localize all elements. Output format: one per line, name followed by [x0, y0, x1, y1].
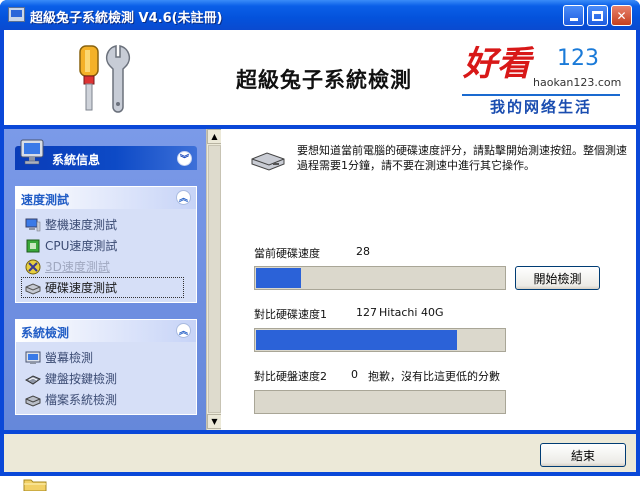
maximize-button[interactable]	[587, 5, 608, 26]
sidebar-item-label: 檔案系統檢測	[45, 393, 118, 407]
compare1-drive-model: Hitachi 40G	[379, 306, 444, 319]
collapse-chevron-icon[interactable]: ︽	[176, 323, 191, 338]
sidebar-item-cpu-speed[interactable]: CPU速度測試	[16, 235, 196, 256]
pc-icon	[25, 218, 41, 231]
app-icon	[8, 7, 25, 22]
current-speed-bar-fill	[256, 268, 301, 288]
client-area: 超級兔子系統檢測 好看 123 haokan123.com 我的网络生活 系統信…	[4, 30, 636, 472]
compare1-speed-bar	[254, 328, 506, 352]
sidebar-scrollbar[interactable]: ▲ ▼	[206, 129, 222, 430]
sidebar-item-label: CPU速度測試	[45, 239, 118, 253]
speed-test-panel-header[interactable]: 速度測試 ︽	[16, 187, 196, 209]
sidebar-item-label: 3D速度測試	[45, 260, 110, 274]
expand-chevron-icon[interactable]: ︾	[177, 151, 192, 166]
logo-url: haokan123.com	[533, 76, 622, 89]
sidebar-item-label: 鍵盤按鍵檢測	[45, 372, 118, 386]
sidebar: 系統信息 ︾ 速度測試 ︽ 整機速度測試 CPU速度測試 3D速度測試 硬碟速度…	[4, 129, 206, 430]
system-test-panel-header[interactable]: 系統檢測 ︽	[16, 320, 196, 342]
scroll-up-arrow-icon[interactable]: ▲	[207, 129, 222, 144]
minimize-icon	[569, 17, 578, 21]
sidebar-item-label: 硬碟速度測試	[45, 281, 118, 295]
main-content: 要想知道當前電腦的硬碟速度評分，請點擊開始測速按鈕。整個測速過程需要1分鐘，請不…	[221, 129, 636, 430]
file-system-icon	[25, 394, 41, 407]
tools-icon	[79, 45, 131, 113]
haokan-logo[interactable]: 好看 123 haokan123.com 我的网络生活	[459, 36, 624, 120]
collapse-chevron-icon[interactable]: ︽	[176, 190, 191, 205]
compare2-speed-label: 對比硬盤速度2	[254, 370, 327, 383]
header-title: 超級兔子系統檢測	[236, 68, 412, 92]
system-info-header[interactable]: 系統信息 ︾	[15, 139, 197, 170]
keyboard-icon	[25, 374, 41, 385]
scroll-thumb[interactable]	[208, 145, 221, 413]
system-test-title: 系統檢測	[21, 326, 70, 340]
app-window: 超級兔子系統檢測 V4.6(未註冊) ✕ 超級兔子系統檢測 好看 123 hao…	[0, 0, 640, 476]
hdd-icon	[25, 282, 41, 295]
speed-test-panel: 速度測試 ︽ 整機速度測試 CPU速度測試 3D速度測試 硬碟速度測試	[15, 186, 197, 303]
system-info-label: 系統信息	[52, 153, 101, 167]
speed-test-title: 速度測試	[21, 193, 70, 207]
compare2-speed-value: 0	[351, 368, 358, 381]
3d-icon	[25, 259, 41, 274]
close-icon: ✕	[616, 8, 627, 23]
compare2-note: 抱歉，沒有比這更低的分數	[368, 370, 500, 383]
maximize-icon	[592, 10, 603, 21]
title-bar[interactable]: 超級兔子系統檢測 V4.6(未註冊) ✕	[0, 0, 640, 30]
header-banner: 超級兔子系統檢測 好看 123 haokan123.com 我的网络生活	[4, 30, 636, 125]
sidebar-item-hdd-speed[interactable]: 硬碟速度測試	[21, 277, 184, 298]
monitor-icon	[20, 139, 44, 165]
current-speed-label: 當前硬碟速度	[254, 247, 320, 260]
footer: 結束	[4, 434, 636, 472]
current-speed-bar	[254, 266, 506, 290]
sidebar-item-3d-speed[interactable]: 3D速度測試	[16, 256, 196, 277]
cpu-icon	[26, 239, 40, 252]
logo-number: 123	[557, 46, 599, 71]
logo-slogan: 我的网络生活	[462, 94, 620, 118]
intro-text: 要想知道當前電腦的硬碟速度評分，請點擊開始測速按鈕。整個測速過程需要1分鐘，請不…	[297, 144, 627, 172]
system-test-panel: 系統檢測 ︽ 螢幕檢測 鍵盤按鍵檢測 檔案系統檢測	[15, 319, 197, 415]
sidebar-item-monitor-test[interactable]: 螢幕檢測	[16, 347, 196, 368]
sidebar-item-file-system-test[interactable]: 檔案系統檢測	[16, 389, 196, 410]
sidebar-item-keyboard-test[interactable]: 鍵盤按鍵檢測	[16, 368, 196, 389]
monitor-test-icon	[25, 351, 41, 364]
scroll-down-arrow-icon[interactable]: ▼	[207, 414, 222, 429]
sidebar-item-machine-speed[interactable]: 整機速度測試	[16, 214, 196, 235]
hard-drive-icon	[251, 152, 285, 171]
sidebar-item-label: 整機速度測試	[45, 218, 118, 232]
compare1-speed-bar-fill	[256, 330, 457, 350]
exit-button[interactable]: 結束	[540, 443, 626, 467]
compare1-speed-value: 127	[356, 306, 377, 319]
minimize-button[interactable]	[563, 5, 584, 26]
start-test-button[interactable]: 開始檢測	[515, 266, 600, 290]
sidebar-item-label: 螢幕檢測	[45, 351, 94, 365]
compare1-speed-label: 對比硬碟速度1	[254, 308, 327, 321]
close-window-button[interactable]: ✕	[611, 5, 632, 26]
system-test-list: 螢幕檢測 鍵盤按鍵檢測 檔案系統檢測	[16, 342, 196, 414]
speed-test-list: 整機速度測試 CPU速度測試 3D速度測試 硬碟速度測試	[16, 209, 196, 302]
folder-icon	[23, 479, 47, 491]
current-speed-value: 28	[356, 245, 370, 258]
compare2-speed-bar	[254, 390, 506, 414]
logo-brand: 好看	[463, 44, 531, 84]
window-title: 超級兔子系統檢測 V4.6(未註冊)	[30, 11, 223, 26]
